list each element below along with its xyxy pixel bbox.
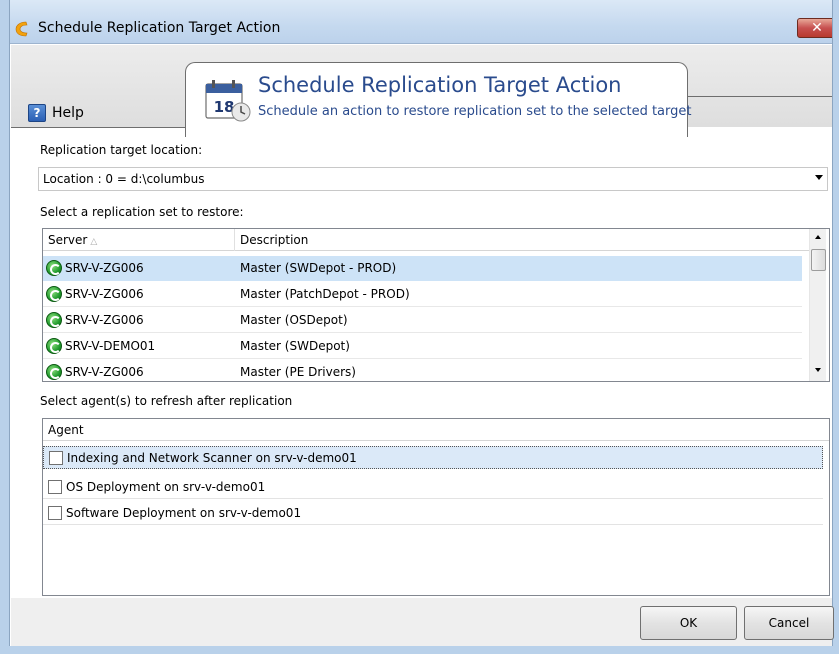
agent-checkbox[interactable] xyxy=(48,506,62,520)
column-header-server[interactable]: Server △ xyxy=(48,233,97,247)
tab-baseline-right xyxy=(688,96,832,97)
agent-row[interactable]: OS Deployment on srv-v-demo01 xyxy=(43,476,823,499)
replication-server-icon xyxy=(46,338,62,354)
agents-label: Select agent(s) to refresh after replica… xyxy=(40,394,293,408)
window-frame-left xyxy=(0,0,10,654)
column-header-agent[interactable]: Agent xyxy=(48,423,84,437)
button-bar: OK Cancel xyxy=(11,598,834,646)
close-icon: ✕ xyxy=(811,20,823,36)
table-row[interactable]: SRV-V-ZG006 Master (PE Drivers) xyxy=(43,360,802,381)
column-divider[interactable] xyxy=(234,229,235,251)
description-cell: Master (PatchDepot - PROD) xyxy=(240,287,410,301)
calendar-icon: 18 xyxy=(205,80,251,122)
description-cell: Master (SWDepot - PROD) xyxy=(240,261,397,275)
agent-checkbox[interactable] xyxy=(48,480,62,494)
title-bar[interactable]: Schedule Replication Target Action ✕ xyxy=(0,0,839,44)
table-row[interactable]: SRV-V-ZG006 Master (PatchDepot - PROD) xyxy=(43,282,802,307)
server-cell: SRV-V-ZG006 xyxy=(65,365,144,379)
agent-name: Software Deployment on srv-v-demo01 xyxy=(66,506,302,520)
table-row[interactable]: SRV-V-DEMO01 Master (SWDepot) xyxy=(43,334,802,359)
arrow-down-icon xyxy=(815,368,821,372)
replication-server-icon xyxy=(46,260,62,276)
agent-row[interactable]: Indexing and Network Scanner on srv-v-de… xyxy=(43,446,823,469)
column-header-server-label: Server xyxy=(48,233,88,247)
agent-name: Indexing and Network Scanner on srv-v-de… xyxy=(67,451,357,465)
scroll-up-button[interactable] xyxy=(810,229,827,246)
chevron-down-icon xyxy=(815,175,823,180)
replication-grid-scrollbar[interactable] xyxy=(809,229,826,381)
description-cell: Master (OSDepot) xyxy=(240,313,348,327)
scroll-thumb[interactable] xyxy=(811,249,826,271)
server-cell: SRV-V-ZG006 xyxy=(65,287,144,301)
replication-server-icon xyxy=(46,312,62,328)
column-header-description[interactable]: Description xyxy=(240,233,308,247)
ok-button[interactable]: OK xyxy=(640,606,737,640)
server-cell: SRV-V-ZG006 xyxy=(65,313,144,327)
table-row[interactable]: SRV-V-ZG006 Master (SWDepot - PROD) xyxy=(43,256,802,281)
target-location-value: Location : 0 = d:\columbus xyxy=(43,172,205,186)
agent-grid-header: Agent xyxy=(43,419,829,441)
sort-ascending-icon: △ xyxy=(90,237,98,247)
replication-server-icon xyxy=(46,364,62,380)
replication-grid-header: Server △ Description xyxy=(43,229,809,251)
help-label: Help xyxy=(52,105,84,121)
tab-title: Schedule Replication Target Action xyxy=(258,73,622,97)
help-icon: ? xyxy=(28,104,46,122)
tab-subtitle: Schedule an action to restore replicatio… xyxy=(258,104,692,119)
replication-set-grid: Server △ Description SRV-V-ZG006 Master (… xyxy=(42,228,830,382)
server-cell: SRV-V-ZG006 xyxy=(65,261,144,275)
close-button[interactable]: ✕ xyxy=(797,18,837,38)
arrow-up-icon xyxy=(815,235,821,239)
target-location-label: Replication target location: xyxy=(40,143,203,157)
window-frame-bottom xyxy=(0,646,839,654)
dialog-window: Schedule Replication Target Action ✕ ? H… xyxy=(0,0,839,654)
agent-row[interactable]: Software Deployment on srv-v-demo01 xyxy=(43,502,823,525)
description-cell: Master (SWDepot) xyxy=(240,339,350,353)
window-title: Schedule Replication Target Action xyxy=(38,20,281,36)
tab-baseline-left xyxy=(11,127,186,128)
table-row[interactable]: SRV-V-ZG006 Master (OSDepot) xyxy=(43,308,802,333)
cancel-button[interactable]: Cancel xyxy=(744,606,834,640)
server-cell: SRV-V-DEMO01 xyxy=(65,339,156,353)
target-location-select[interactable]: Location : 0 = d:\columbus xyxy=(38,167,828,191)
agent-name: OS Deployment on srv-v-demo01 xyxy=(66,480,266,494)
replication-server-icon xyxy=(46,286,62,302)
description-cell: Master (PE Drivers) xyxy=(240,365,356,379)
window-frame-right xyxy=(832,0,839,654)
calendar-day: 18 xyxy=(214,98,235,116)
agent-grid: Agent Indexing and Network Scanner on sr… xyxy=(42,418,830,596)
app-logo-icon xyxy=(15,21,28,37)
scroll-down-button[interactable] xyxy=(810,362,827,379)
replication-set-label: Select a replication set to restore: xyxy=(40,205,244,219)
agent-checkbox[interactable] xyxy=(49,451,63,465)
